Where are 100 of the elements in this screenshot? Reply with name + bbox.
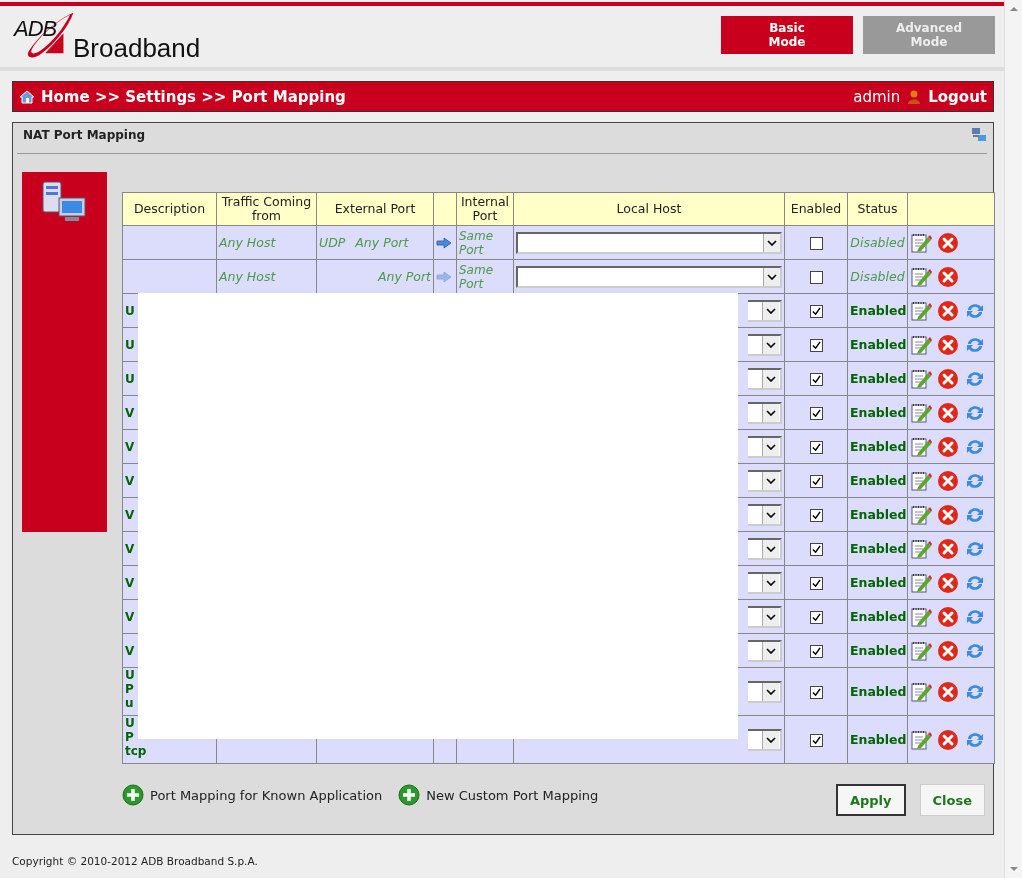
edit-icon[interactable] xyxy=(910,265,932,288)
status-text: Enabled xyxy=(850,371,907,386)
enabled-checkbox[interactable] xyxy=(809,509,823,522)
status-text: Enabled xyxy=(850,337,907,352)
apply-button[interactable]: Apply xyxy=(835,784,906,816)
enabled-checkbox[interactable] xyxy=(809,305,823,318)
local-host-dropdown[interactable] xyxy=(748,401,782,424)
add-icon[interactable] xyxy=(398,784,421,806)
caret-icon xyxy=(766,341,776,348)
check-icon xyxy=(811,579,821,588)
scroll-down-icon[interactable] xyxy=(1009,866,1018,872)
traffic-source-text: Any Host xyxy=(219,235,276,250)
caret-icon xyxy=(766,511,776,518)
delete-icon[interactable] xyxy=(937,231,959,254)
edit-icon[interactable] xyxy=(910,469,932,492)
enabled-checkbox[interactable] xyxy=(809,686,823,699)
enabled-checkbox[interactable] xyxy=(809,577,823,590)
edit-icon[interactable] xyxy=(910,231,932,254)
delete-icon[interactable] xyxy=(937,571,959,594)
local-host-dropdown[interactable] xyxy=(748,333,782,356)
delete-icon[interactable] xyxy=(937,469,959,492)
enabled-checkbox[interactable] xyxy=(809,645,823,658)
check-icon xyxy=(811,477,821,486)
enabled-checkbox[interactable] xyxy=(809,734,823,747)
edit-icon[interactable] xyxy=(910,680,932,703)
protocol-text: UDP xyxy=(319,235,346,250)
local-host-dropdown[interactable] xyxy=(748,728,782,751)
add-icon[interactable] xyxy=(122,784,144,806)
delete-icon[interactable] xyxy=(937,639,959,662)
delete-icon[interactable] xyxy=(937,680,959,703)
mode-button[interactable]: Basic Mode xyxy=(721,16,853,54)
check-icon xyxy=(811,647,821,656)
description-text: V xyxy=(125,610,135,624)
scroll-up-icon[interactable] xyxy=(1009,6,1018,12)
edit-icon[interactable] xyxy=(910,605,932,628)
edit-icon[interactable] xyxy=(910,728,932,751)
delete-icon[interactable] xyxy=(937,537,959,560)
edit-icon[interactable] xyxy=(910,639,932,662)
local-host-dropdown[interactable] xyxy=(748,503,782,526)
local-host-dropdown[interactable] xyxy=(748,680,782,703)
column-header: Local Host xyxy=(513,192,785,226)
local-host-dropdown[interactable] xyxy=(748,435,782,458)
add-link[interactable]: New Custom Port Mapping xyxy=(426,787,599,803)
delete-icon[interactable] xyxy=(937,333,959,356)
local-host-dropdown[interactable] xyxy=(748,571,782,594)
caret-icon xyxy=(766,375,776,382)
enabled-checkbox[interactable] xyxy=(809,237,823,250)
delete-icon[interactable] xyxy=(937,265,959,288)
external-port-text: Any Port xyxy=(355,235,409,250)
enabled-checkbox[interactable] xyxy=(809,373,823,386)
check-icon xyxy=(811,511,821,520)
logout-link[interactable]: Logout xyxy=(928,87,987,106)
status-text: Enabled xyxy=(850,439,907,454)
check-icon xyxy=(811,375,821,384)
description-text: V xyxy=(125,508,135,522)
delete-icon[interactable] xyxy=(937,503,959,526)
close-button[interactable]: Close xyxy=(919,784,985,816)
edit-icon[interactable] xyxy=(910,299,932,322)
edit-icon[interactable] xyxy=(910,503,932,526)
traffic-source-text: Any Host xyxy=(219,269,276,284)
delete-icon[interactable] xyxy=(937,299,959,322)
delete-icon[interactable] xyxy=(937,435,959,458)
network-icon[interactable] xyxy=(971,127,987,143)
delete-icon[interactable] xyxy=(937,605,959,628)
edit-icon[interactable] xyxy=(910,435,932,458)
enabled-checkbox[interactable] xyxy=(809,475,823,488)
column-header: Internal Port xyxy=(456,192,514,226)
delete-icon[interactable] xyxy=(937,367,959,390)
external-port-text: Any Port xyxy=(377,269,431,284)
check-icon xyxy=(811,613,821,622)
caret-icon xyxy=(766,477,776,484)
description-text: U P u xyxy=(125,668,135,710)
enabled-checkbox[interactable] xyxy=(809,339,823,352)
local-host-dropdown[interactable] xyxy=(748,469,782,492)
local-host-dropdown[interactable] xyxy=(748,299,782,322)
local-host-dropdown[interactable] xyxy=(516,231,782,254)
enabled-checkbox[interactable] xyxy=(809,543,823,556)
edit-icon[interactable] xyxy=(910,401,932,424)
status-text: Enabled xyxy=(850,473,907,488)
local-host-dropdown[interactable] xyxy=(748,639,782,662)
computer-icon xyxy=(40,180,89,224)
scrollbar[interactable] xyxy=(1004,0,1022,878)
edit-icon[interactable] xyxy=(910,571,932,594)
local-host-dropdown[interactable] xyxy=(748,367,782,390)
enabled-checkbox[interactable] xyxy=(809,441,823,454)
check-icon xyxy=(811,736,821,745)
delete-icon[interactable] xyxy=(937,728,959,751)
edit-icon[interactable] xyxy=(910,537,932,560)
edit-icon[interactable] xyxy=(910,367,932,390)
enabled-checkbox[interactable] xyxy=(809,611,823,624)
enabled-checkbox[interactable] xyxy=(809,271,823,284)
status-text: Enabled xyxy=(850,609,907,624)
add-link[interactable]: Port Mapping for Known Application xyxy=(150,787,383,803)
local-host-dropdown[interactable] xyxy=(748,537,782,560)
edit-icon[interactable] xyxy=(910,333,932,356)
local-host-dropdown[interactable] xyxy=(516,265,782,288)
delete-icon[interactable] xyxy=(937,401,959,424)
description-text: V xyxy=(125,440,135,454)
local-host-dropdown[interactable] xyxy=(748,605,782,628)
enabled-checkbox[interactable] xyxy=(809,407,823,420)
